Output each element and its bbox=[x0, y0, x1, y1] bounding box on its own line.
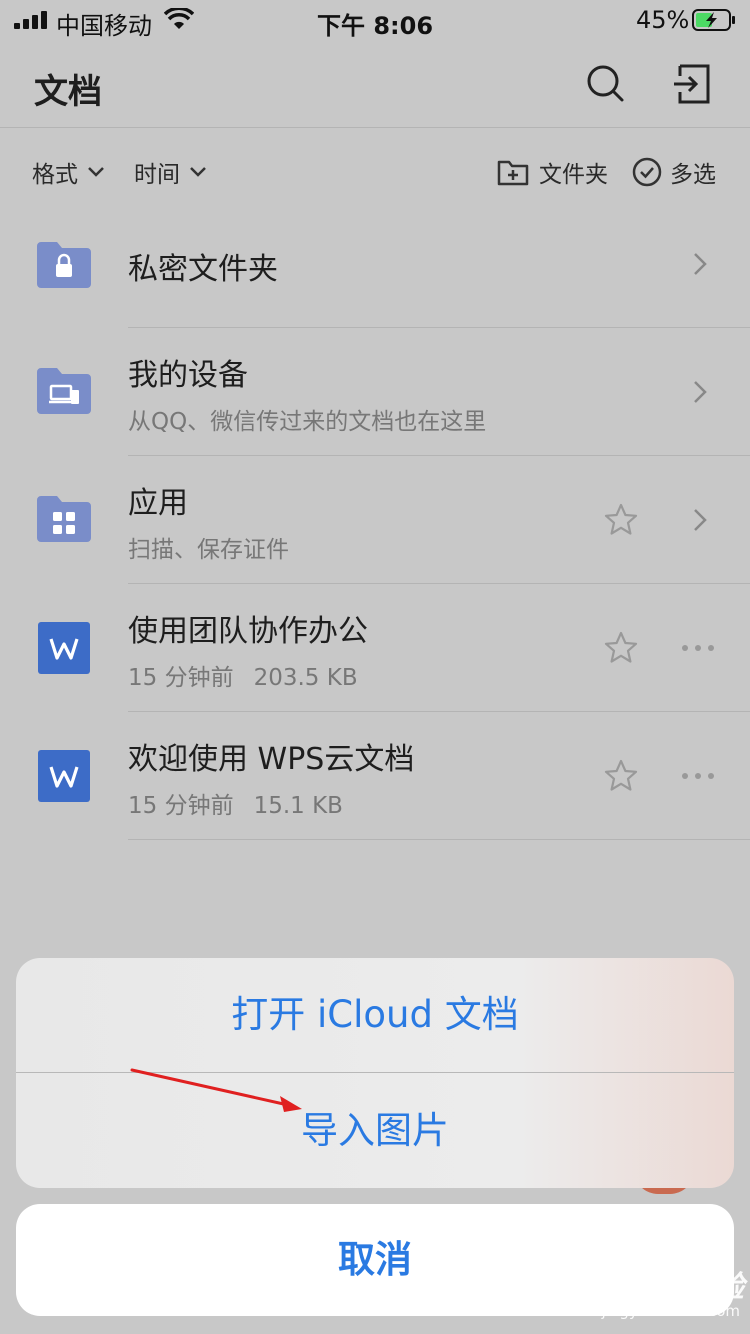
star-icon[interactable] bbox=[603, 502, 639, 538]
list-item-private-folder[interactable]: 私密文件夹 bbox=[0, 200, 750, 328]
list-divider bbox=[128, 839, 750, 840]
chevron-right-icon bbox=[694, 253, 707, 275]
item-meta: 15 分钟前 15.1 KB bbox=[128, 786, 343, 820]
item-name: 应用 bbox=[128, 486, 188, 521]
annotation-arrow bbox=[130, 1068, 302, 1112]
list-item-apps[interactable]: 应用 扫描、保存证件 bbox=[0, 456, 750, 584]
list-item-document[interactable]: 使用团队协作办公 15 分钟前 203.5 KB bbox=[0, 584, 750, 712]
multi-select-label: 多选 bbox=[670, 162, 716, 188]
item-subtitle: 从QQ、微信传过来的文档也在这里 bbox=[128, 409, 487, 435]
item-name: 私密文件夹 bbox=[128, 252, 278, 287]
more-options-icon[interactable] bbox=[680, 643, 716, 653]
chevron-down-icon bbox=[190, 167, 206, 177]
item-meta: 15 分钟前 203.5 KB bbox=[128, 658, 358, 692]
watermark-url: jingyan.baidu.com bbox=[601, 1302, 740, 1320]
battery-charging-icon bbox=[692, 9, 735, 31]
private-folder-icon bbox=[37, 242, 91, 288]
search-icon[interactable] bbox=[584, 62, 628, 106]
item-time: 15 分钟前 bbox=[128, 793, 234, 819]
word-document-icon bbox=[38, 750, 90, 802]
item-name: 欢迎使用 WPS云文档 bbox=[128, 742, 415, 777]
device-folder-icon bbox=[37, 368, 91, 414]
apps-folder-icon bbox=[37, 496, 91, 542]
item-name: 使用团队协作办公 bbox=[128, 614, 368, 649]
star-icon[interactable] bbox=[603, 758, 639, 794]
item-size: 203.5 KB bbox=[253, 665, 358, 691]
new-folder-button[interactable]: 文件夹 bbox=[497, 156, 608, 188]
import-file-icon[interactable] bbox=[672, 62, 716, 106]
status-bar: 中国移动 下午 8:06 45% bbox=[0, 0, 750, 40]
open-icloud-button[interactable]: 打开 iCloud 文档 bbox=[16, 958, 734, 1072]
item-size: 15.1 KB bbox=[253, 793, 343, 819]
list-item-my-devices[interactable]: 我的设备 从QQ、微信传过来的文档也在这里 bbox=[0, 328, 750, 456]
time-filter[interactable]: 时间 bbox=[134, 156, 208, 188]
time-filter-label: 时间 bbox=[134, 162, 180, 188]
battery-percent: 45% bbox=[636, 6, 690, 34]
page-title: 文档 bbox=[34, 72, 102, 112]
chevron-down-icon bbox=[88, 167, 104, 177]
list-item-document[interactable]: 欢迎使用 WPS云文档 15 分钟前 15.1 KB bbox=[0, 712, 750, 840]
item-subtitle: 扫描、保存证件 bbox=[128, 537, 289, 563]
check-circle-icon bbox=[632, 157, 662, 187]
star-icon[interactable] bbox=[603, 630, 639, 666]
chevron-right-icon bbox=[694, 509, 707, 531]
chevron-right-icon bbox=[694, 381, 707, 403]
item-name: 我的设备 bbox=[128, 358, 248, 393]
header-divider bbox=[0, 127, 750, 128]
item-time: 15 分钟前 bbox=[128, 665, 234, 691]
multi-select-button[interactable]: 多选 bbox=[632, 156, 716, 188]
watermark-logo: Baidu经验 bbox=[587, 1270, 744, 1305]
word-document-icon bbox=[38, 622, 90, 674]
baidu-watermark: Baidu经验 jingyan.baidu.com bbox=[574, 1262, 744, 1326]
format-filter[interactable]: 格式 bbox=[32, 156, 106, 188]
new-folder-label: 文件夹 bbox=[539, 162, 608, 188]
folder-add-icon bbox=[497, 160, 529, 186]
format-filter-label: 格式 bbox=[32, 162, 78, 188]
more-options-icon[interactable] bbox=[680, 771, 716, 781]
